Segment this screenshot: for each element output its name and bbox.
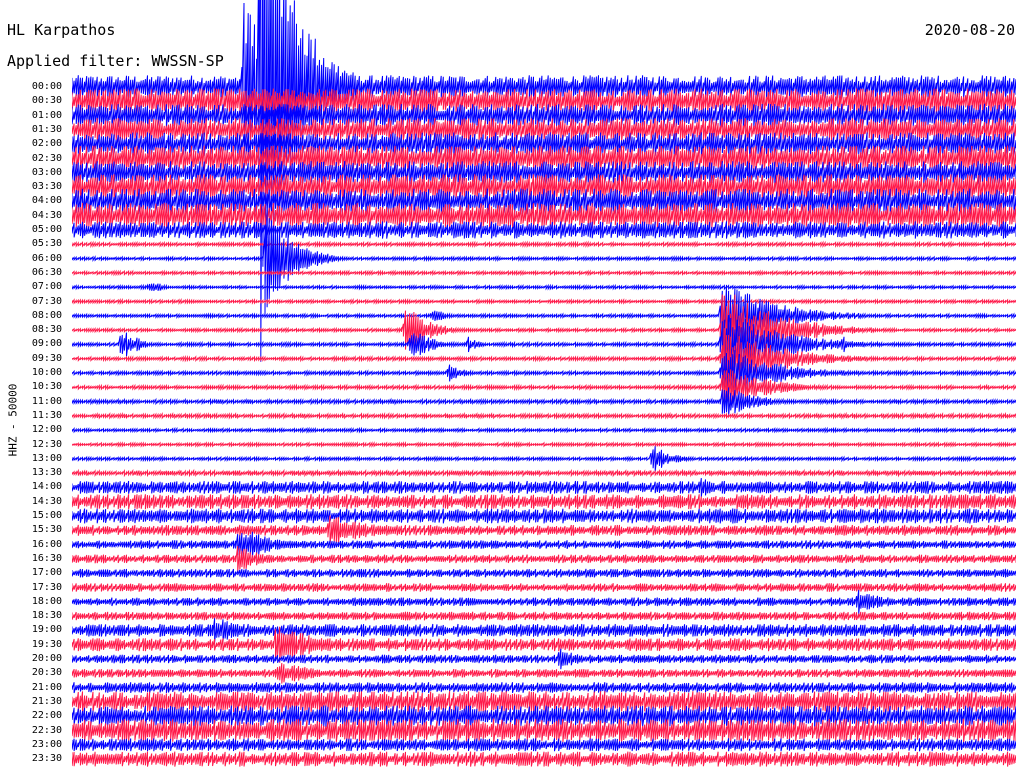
time-label: 08:30 — [31, 324, 62, 336]
trace-line — [72, 411, 1016, 420]
trace-line — [72, 284, 1016, 347]
trace-line — [72, 618, 1016, 643]
time-label: 02:00 — [31, 138, 62, 150]
time-label: 11:00 — [31, 395, 62, 407]
time-label: 07:30 — [31, 295, 62, 307]
time-label: 04:00 — [31, 195, 62, 207]
time-label: 10:00 — [31, 367, 62, 378]
trace-line — [72, 118, 1016, 142]
time-label: 01:30 — [31, 123, 62, 135]
time-labels: 00:00 00:30 01:00 01:30 02:00 02:30 03:00 03:30… — [0, 0, 70, 780]
time-label: 00:30 — [31, 95, 62, 107]
time-label: 23:00 — [31, 738, 62, 750]
time-label: 22:00 — [31, 710, 62, 722]
trace-line — [72, 494, 1016, 510]
trace-line — [72, 508, 1016, 524]
trace-line — [72, 691, 1016, 713]
trace-line — [72, 314, 1016, 374]
time-label: 12:30 — [31, 438, 62, 450]
trace-line — [72, 662, 1016, 684]
time-label: 23:30 — [31, 753, 62, 765]
trace-line — [72, 751, 1016, 767]
time-label: 00:00 — [31, 81, 62, 92]
time-label: 09:00 — [31, 338, 62, 350]
trace-line — [72, 269, 1016, 277]
time-label: 19:00 — [31, 624, 62, 636]
time-label: 03:00 — [31, 166, 62, 178]
time-label: 09:30 — [31, 352, 62, 364]
time-label: 18:00 — [31, 595, 62, 607]
time-label: 17:00 — [31, 567, 62, 579]
trace-line — [72, 546, 1016, 572]
time-label: 05:00 — [31, 224, 62, 235]
trace-line — [72, 298, 1016, 305]
trace-line — [72, 283, 1016, 292]
trace-line — [72, 583, 1016, 592]
trace-line — [72, 589, 1016, 614]
trace-line — [72, 468, 1016, 478]
time-label: 13:30 — [31, 467, 62, 479]
time-label: 05:30 — [31, 238, 62, 250]
trace-line — [72, 648, 1016, 670]
time-label: 07:00 — [31, 281, 62, 293]
time-label: 21:30 — [31, 695, 62, 707]
time-label: 16:30 — [31, 552, 62, 564]
trace-line — [72, 328, 1016, 390]
time-label: 17:30 — [31, 581, 62, 593]
trace-line — [72, 478, 1016, 497]
time-label: 14:00 — [31, 481, 62, 493]
trace-line — [72, 426, 1016, 434]
trace-line — [72, 738, 1016, 752]
time-label: 11:30 — [31, 409, 62, 421]
time-label: 20:30 — [31, 667, 62, 679]
time-label: 15:30 — [31, 524, 62, 536]
time-label: 04:30 — [31, 209, 62, 221]
time-label: 18:30 — [31, 610, 62, 622]
time-label: 21:00 — [31, 681, 62, 693]
time-label: 02:30 — [31, 152, 62, 164]
seismogram-plot — [72, 0, 1016, 767]
trace-line — [72, 446, 1016, 472]
time-label: 08:00 — [31, 309, 62, 321]
time-label: 12:00 — [31, 424, 62, 436]
trace-line — [72, 387, 1016, 416]
trace-line — [72, 441, 1016, 448]
time-label: 03:30 — [31, 181, 62, 193]
trace-line — [72, 240, 1016, 249]
time-label: 01:00 — [31, 109, 62, 121]
time-label: 22:30 — [31, 724, 62, 736]
time-label: 13:00 — [31, 452, 62, 464]
time-label: 10:30 — [31, 381, 62, 393]
time-label: 15:00 — [31, 510, 62, 521]
trace-line — [72, 682, 1016, 694]
time-label: 20:00 — [31, 653, 62, 664]
trace-line — [72, 568, 1016, 578]
trace-line — [72, 611, 1016, 621]
trace-line — [72, 294, 1016, 366]
time-label: 06:30 — [31, 266, 62, 278]
time-label: 16:00 — [31, 538, 62, 550]
time-label: 06:00 — [31, 252, 62, 264]
time-label: 14:30 — [31, 495, 62, 507]
trace-line — [72, 531, 1016, 558]
time-label: 19:30 — [31, 638, 62, 650]
